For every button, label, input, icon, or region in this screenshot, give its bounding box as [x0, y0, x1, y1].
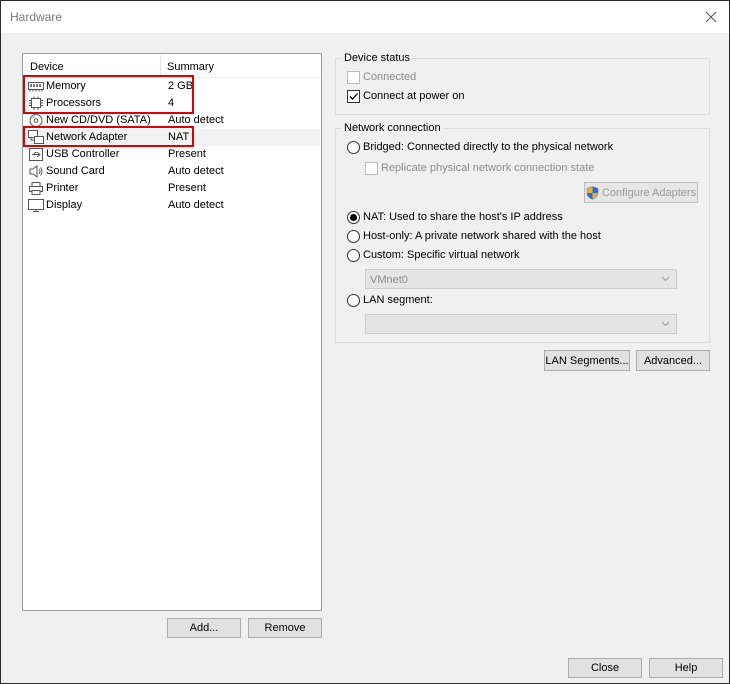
- radio-selected-dot: [350, 214, 357, 221]
- column-header-summary[interactable]: Summary: [167, 61, 214, 73]
- close-button[interactable]: Close: [568, 658, 642, 678]
- device-name: Memory: [46, 80, 86, 92]
- chevron-down-icon: [661, 276, 670, 282]
- lan-segments-button[interactable]: LAN Segments...: [544, 350, 630, 371]
- nat-label: NAT: Used to share the host's IP address: [363, 211, 563, 223]
- advanced-button[interactable]: Advanced...: [636, 350, 710, 371]
- column-header-device[interactable]: Device: [30, 61, 64, 73]
- connect-at-power-on-label: Connect at power on: [363, 90, 465, 102]
- lan-segment-select[interactable]: [365, 314, 677, 334]
- device-summary: 2 GB: [168, 80, 194, 92]
- device-row-processors[interactable]: Processors 4: [24, 95, 320, 112]
- device-summary: NAT: [168, 131, 190, 143]
- configure-adapters-label: Configure Adapters: [601, 186, 697, 199]
- host-only-radio[interactable]: [347, 230, 360, 243]
- custom-network-select[interactable]: VMnet0: [365, 269, 677, 289]
- device-name: Network Adapter: [46, 131, 128, 143]
- device-row-display[interactable]: Display Auto detect: [24, 197, 320, 214]
- device-status-title: Device status: [342, 52, 413, 64]
- network-adapter-icon: [28, 130, 44, 144]
- shield-icon: [586, 185, 599, 200]
- device-summary: Auto detect: [168, 114, 224, 126]
- help-button[interactable]: Help: [649, 658, 723, 678]
- network-connection-group: Network connection Bridged: Connected di…: [335, 122, 710, 343]
- column-separator: [160, 55, 161, 76]
- device-summary: Present: [168, 148, 206, 160]
- device-summary: 4: [168, 97, 175, 109]
- memory-icon: [28, 82, 44, 92]
- device-name: Processors: [46, 97, 102, 109]
- device-name: Printer: [46, 182, 79, 194]
- replicate-state-checkbox[interactable]: [365, 162, 378, 175]
- device-name: Display: [46, 199, 83, 211]
- add-device-button[interactable]: Add...: [167, 618, 241, 638]
- connect-at-power-on-checkbox[interactable]: [347, 90, 360, 103]
- monitor-icon: [28, 199, 44, 212]
- device-row-sound-card[interactable]: Sound Card Auto detect: [24, 163, 320, 180]
- bridged-radio[interactable]: [347, 141, 360, 154]
- close-window-button[interactable]: [699, 5, 723, 29]
- device-list-header: Device Summary: [23, 54, 321, 78]
- remove-device-button[interactable]: Remove: [248, 618, 322, 638]
- cd-dvd-icon: [29, 114, 43, 127]
- custom-label: Custom: Specific virtual network: [363, 249, 520, 261]
- connected-label: Connected: [363, 71, 417, 83]
- lan-segment-radio[interactable]: [347, 294, 360, 307]
- speaker-icon: [29, 165, 43, 178]
- device-status-group: Device status Connected Connect at power…: [335, 52, 710, 115]
- printer-icon: [29, 182, 43, 195]
- hardware-dialog: Hardware Device Summary Memory 2 GB Proc…: [0, 0, 730, 684]
- device-name: New CD/DVD (SATA): [46, 114, 151, 126]
- device-summary: Present: [168, 182, 206, 194]
- nat-radio[interactable]: [347, 211, 360, 224]
- device-summary: Auto detect: [168, 199, 224, 211]
- device-list[interactable]: Device Summary Memory 2 GB Processors 4: [22, 53, 322, 611]
- window-title: Hardware: [10, 10, 63, 24]
- device-row-network-adapter[interactable]: Network Adapter NAT: [24, 129, 320, 146]
- device-row-cd-dvd[interactable]: New CD/DVD (SATA) Auto detect: [24, 112, 320, 129]
- custom-radio[interactable]: [347, 249, 360, 262]
- usb-icon: [29, 148, 43, 161]
- processor-icon: [29, 96, 43, 110]
- device-summary: Auto detect: [168, 165, 224, 177]
- custom-network-value: VMnet0: [370, 274, 408, 286]
- chevron-down-icon: [661, 321, 670, 327]
- network-connection-title: Network connection: [342, 122, 443, 134]
- replicate-state-label: Replicate physical network connection st…: [381, 162, 595, 174]
- device-name: Sound Card: [46, 165, 105, 177]
- device-row-memory[interactable]: Memory 2 GB: [24, 78, 320, 95]
- host-only-label: Host-only: A private network shared with…: [363, 230, 601, 242]
- device-name: USB Controller: [46, 148, 120, 160]
- device-row-printer[interactable]: Printer Present: [24, 180, 320, 197]
- title-bar: Hardware: [1, 1, 729, 33]
- connected-checkbox[interactable]: [347, 71, 360, 84]
- close-icon: [705, 11, 717, 23]
- device-row-usb-controller[interactable]: USB Controller Present: [24, 146, 320, 163]
- configure-adapters-button[interactable]: Configure Adapters: [584, 182, 698, 203]
- checkmark-icon: [349, 93, 358, 100]
- lan-segment-label: LAN segment:: [363, 294, 433, 306]
- bridged-label: Bridged: Connected directly to the physi…: [363, 141, 614, 153]
